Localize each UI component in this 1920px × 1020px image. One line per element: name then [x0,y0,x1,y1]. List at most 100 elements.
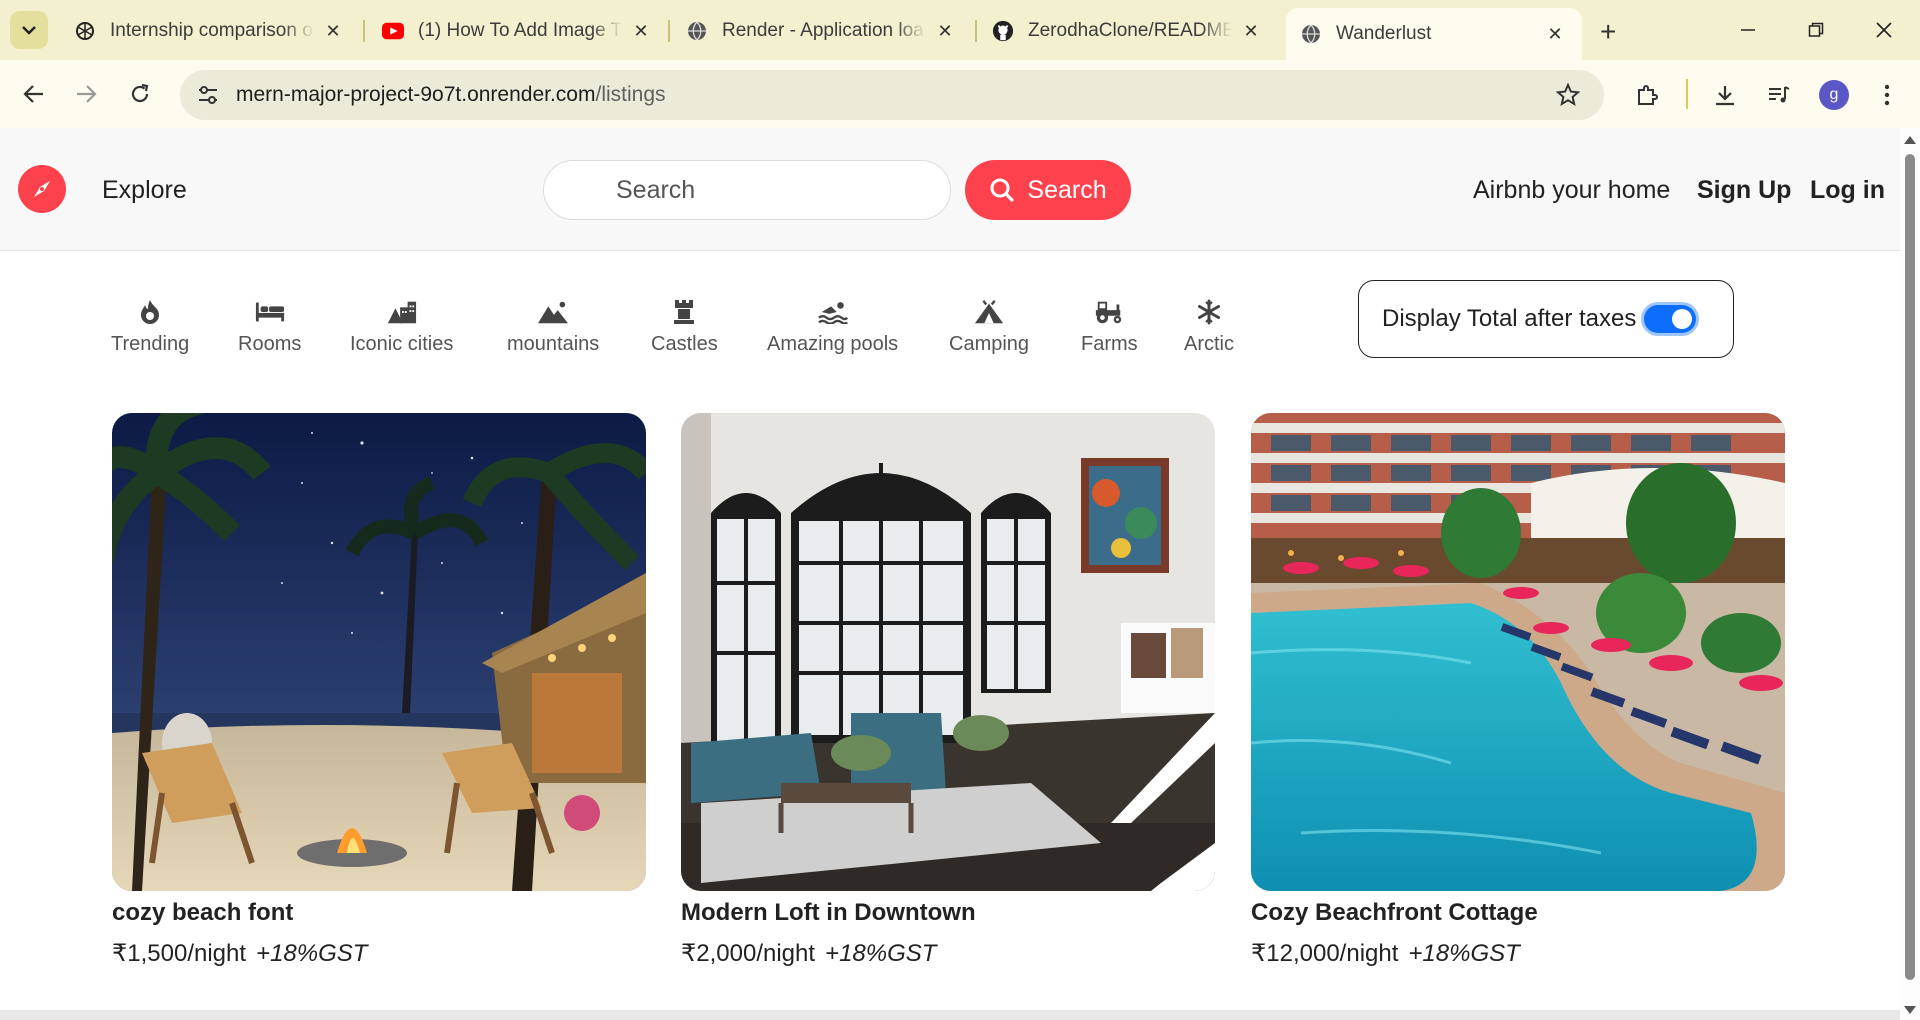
search-input[interactable] [543,160,951,220]
reload-button[interactable] [120,74,160,114]
chrome-menu-button[interactable] [1870,78,1904,112]
browser-tab[interactable]: Render - Application loa ✕ [672,8,972,54]
airbnb-your-home-link[interactable]: Airbnb your home [1473,176,1670,205]
gst-label: +18%GST [1408,940,1520,967]
minimize-icon [1741,29,1755,31]
bookmark-star-icon[interactable] [1554,81,1582,109]
tab-divider [363,20,365,42]
close-icon[interactable]: ✕ [1238,18,1264,44]
url-host: mern-major-project-9o7t.onrender.com [236,83,596,106]
chatgpt-icon [74,20,96,42]
page-bottom-edge [0,1010,1900,1020]
bed-icon [255,297,285,327]
url-text[interactable]: mern-major-project-9o7t.onrender.com/lis… [236,83,666,107]
extensions-button[interactable] [1630,78,1664,112]
listing-card[interactable]: Cozy Beachfront Cottage ₹12,000/night +18… [1251,413,1785,968]
filter-camping[interactable]: Camping [949,297,1029,356]
close-icon[interactable]: ✕ [628,18,654,44]
listing-title[interactable]: cozy beach font [112,899,646,927]
price-value: ₹12,000/night [1251,940,1399,967]
browser-tab[interactable]: Internship comparison op ✕ [60,8,360,54]
filter-trending[interactable]: Trending [111,297,189,356]
browser-tab[interactable]: ZerodhaClone/README.m ✕ [978,8,1278,54]
forward-button[interactable] [66,74,106,114]
compass-logo-icon[interactable] [18,165,66,213]
filter-label: Trending [111,333,190,355]
globe-icon [686,20,708,42]
downloads-button[interactable] [1708,78,1742,112]
profile-avatar[interactable]: g [1819,80,1849,110]
tractor-icon [1094,297,1124,327]
filter-farms[interactable]: Farms [1081,297,1138,356]
signup-link[interactable]: Sign Up [1697,176,1791,205]
plus-icon: + [1600,16,1617,47]
url-path: /listings [595,83,666,106]
castle-icon [669,297,699,327]
filter-label: Farms [1081,333,1138,355]
listing-price: ₹2,000/night +18%GST [681,939,1215,968]
scroll-up-icon[interactable] [1904,136,1916,144]
github-icon [992,20,1014,42]
tax-toggle-box[interactable]: Display Total after taxes [1358,280,1734,358]
restore-button[interactable] [1794,12,1838,48]
tab-search-button[interactable] [10,11,48,49]
filter-iconic-cities[interactable]: Iconic cities [350,297,453,356]
scrollbar-thumb[interactable] [1905,154,1915,980]
filter-mountains[interactable]: mountains [507,297,599,356]
globe-icon [1300,23,1322,45]
fire-icon [135,297,165,327]
filter-label: Iconic cities [350,333,454,355]
filter-amazing-pools[interactable]: Amazing pools [767,297,898,356]
media-control-button[interactable] [1762,78,1796,112]
search-icon [990,178,1014,202]
price-value: ₹1,500/night [112,940,247,967]
snowflake-icon [1194,297,1224,327]
mountain-icon [538,297,569,327]
switch-knob [1672,309,1693,329]
vertical-scrollbar[interactable] [1900,128,1920,1020]
explore-link[interactable]: Explore [102,176,187,205]
minimize-button[interactable] [1726,12,1770,48]
filter-castles[interactable]: Castles [651,297,718,356]
listing-image-pool[interactable] [1251,413,1785,891]
tab-title: ZerodhaClone/README.m [1028,20,1232,41]
more-vertical-icon [1884,84,1890,106]
tab-title: (1) How To Add Image To [418,20,622,41]
back-button[interactable] [14,74,54,114]
reload-icon [131,83,149,103]
listing-card[interactable]: cozy beach font ₹1,500/night +18%GST [112,413,646,968]
new-tab-button[interactable]: + [1600,16,1616,48]
close-icon[interactable]: ✕ [932,18,958,44]
listing-image-beach-night[interactable] [112,413,646,891]
close-window-button[interactable] [1862,12,1906,48]
puzzle-icon [1638,85,1658,105]
listing-image-loft[interactable] [681,413,1215,891]
filter-rooms[interactable]: Rooms [238,297,301,356]
site-navbar: Explore Search Airbnb your home Sign Up … [0,128,1900,251]
scroll-down-icon[interactable] [1904,1006,1916,1014]
filter-arctic[interactable]: Arctic [1184,297,1234,356]
listing-card[interactable]: Modern Loft in Downtown ₹2,000/night +18%… [681,413,1215,968]
chevron-down-icon [22,26,36,35]
browser-tab[interactable]: (1) How To Add Image To ✕ [368,8,668,54]
close-icon[interactable]: ✕ [320,18,346,44]
listing-title[interactable]: Cozy Beachfront Cottage [1251,899,1785,927]
site-info-icon[interactable] [194,81,222,109]
download-icon [1716,86,1734,106]
search-button[interactable]: Search [965,160,1131,220]
browser-toolbar: mern-major-project-9o7t.onrender.com/lis… [0,60,1920,128]
filter-label: Rooms [238,333,302,355]
restore-icon [1808,22,1824,37]
browser-tab-active[interactable]: Wanderlust ✕ [1286,8,1582,60]
tax-switch[interactable] [1644,305,1697,333]
browser-tab-strip: Internship comparison op ✕ (1) How To Ad… [0,0,1920,60]
address-bar[interactable]: mern-major-project-9o7t.onrender.com/lis… [180,70,1604,120]
login-link[interactable]: Log in [1810,176,1885,205]
close-icon[interactable]: ✕ [1542,21,1568,47]
music-queue-icon [1769,86,1790,103]
tab-title: Render - Application loa [722,20,924,41]
arrow-right-icon [77,85,97,103]
listing-title[interactable]: Modern Loft in Downtown [681,899,1215,927]
filter-label: mountains [507,333,600,355]
filter-label: Camping [949,333,1030,355]
